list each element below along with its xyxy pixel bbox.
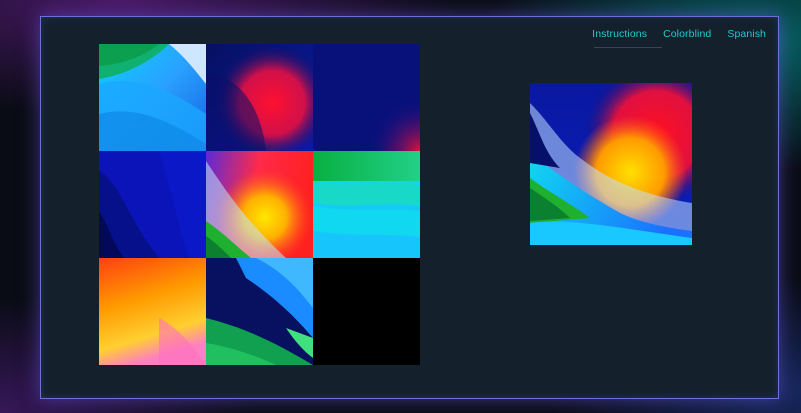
spanish-link[interactable]: Spanish	[727, 28, 766, 40]
instructions-link[interactable]: Instructions	[592, 28, 647, 40]
puzzle-tile-6[interactable]	[313, 151, 420, 258]
tile-image-5	[206, 151, 313, 258]
page-background: Instructions Colorblind Spanish	[0, 0, 801, 413]
solution-preview-image	[530, 83, 692, 245]
puzzle-tile-7[interactable]	[99, 258, 206, 365]
tile-image-1	[99, 44, 206, 151]
colorblind-link[interactable]: Colorblind	[663, 28, 711, 40]
tile-image-6	[313, 151, 420, 258]
empty-tile-slot[interactable]	[313, 258, 420, 365]
tile-image-2	[206, 44, 313, 151]
puzzle-tile-1[interactable]	[99, 44, 206, 151]
game-board: Instructions Colorblind Spanish	[40, 16, 779, 399]
puzzle-tile-5[interactable]	[206, 151, 313, 258]
puzzle-tile-3[interactable]	[313, 44, 420, 151]
tile-image-4	[99, 151, 206, 258]
puzzle-tile-8[interactable]	[206, 258, 313, 365]
tile-image-3	[313, 44, 420, 151]
tile-image-8	[206, 258, 313, 365]
tile-image-7	[99, 258, 206, 365]
puzzle-tile-4[interactable]	[99, 151, 206, 258]
puzzle-tile-2[interactable]	[206, 44, 313, 151]
top-nav: Instructions Colorblind Spanish	[592, 28, 766, 40]
puzzle-grid	[99, 44, 420, 365]
nav-divider	[594, 47, 662, 48]
preview-artwork	[530, 83, 692, 245]
